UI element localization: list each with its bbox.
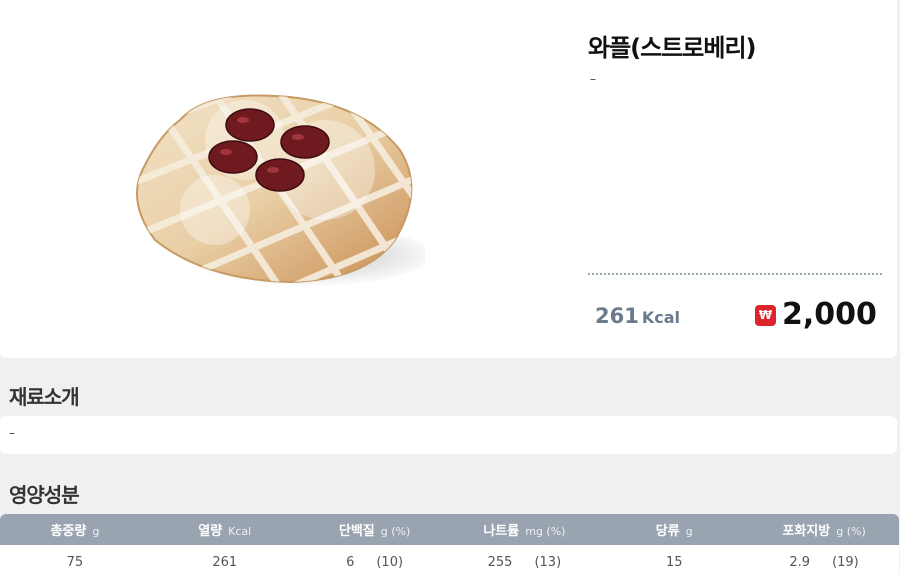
product-image (136, 94, 425, 287)
column-header: 당류 g (599, 514, 750, 545)
table-cell: 75 (0, 545, 150, 574)
ingredients-card: – (0, 416, 897, 454)
product-title: 와플(스트로베리) (588, 34, 756, 62)
table-cell: 261 (149, 545, 300, 574)
table-cell: 6 (10) (299, 545, 450, 574)
table-row: 75 261 6 (10) 255 (13) 15 2.9 (19) (0, 545, 899, 574)
column-header: 포화지방 g (%) (749, 514, 899, 545)
product-card: 와플(스트로베리) – 261 Kcal ₩ 2,000 (0, 0, 897, 358)
table-cell: 2.9 (19) (749, 545, 899, 574)
product-price: 2,000 (782, 297, 877, 332)
calories-unit: Kcal (641, 308, 681, 327)
ingredients-title: 재료소개 (9, 385, 80, 409)
calories-display: 261 Kcal (595, 304, 680, 328)
ingredients-text: – (9, 426, 15, 440)
divider (588, 273, 882, 275)
table-cell: 255 (13) (449, 545, 600, 574)
column-header: 총중량 g (0, 514, 150, 545)
column-header: 열량 Kcal (149, 514, 300, 545)
table-cell: 15 (599, 545, 750, 574)
column-header: 나트륨 mg (%) (449, 514, 600, 545)
won-currency-icon: ₩ (755, 305, 776, 326)
calories-value: 261 (595, 304, 639, 328)
nutrition-header-row: 총중량 g 열량 Kcal 단백질 g (%) 나트륨 mg (%) 당류 g 포화지방 g… (0, 514, 899, 545)
nutrition-table: 총중량 g 열량 Kcal 단백질 g (%) 나트륨 mg (%) 당류 g 포화지방 g… (0, 514, 899, 574)
product-description: – (590, 72, 596, 86)
nutrition-title: 영양성분 (9, 483, 80, 507)
column-header: 단백질 g (%) (299, 514, 450, 545)
